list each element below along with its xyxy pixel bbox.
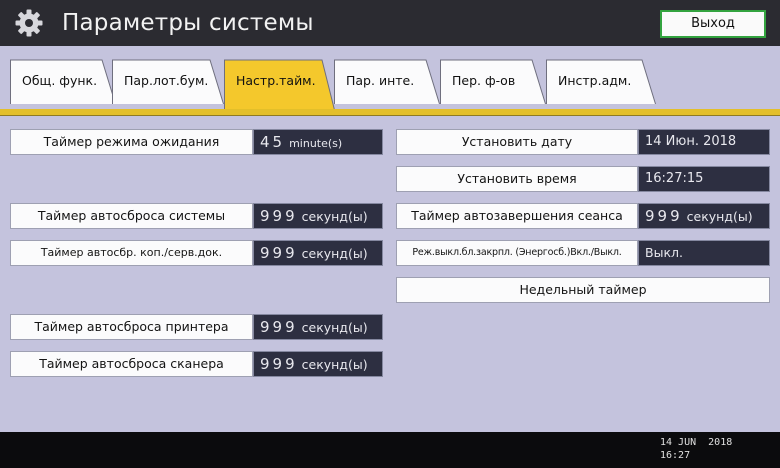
printer-reset-timer-button[interactable]: Таймер автосброса принтера bbox=[10, 314, 253, 340]
set-date-button[interactable]: Установить дату bbox=[396, 129, 638, 155]
page-title: Параметры системы bbox=[62, 10, 314, 36]
set-time-button[interactable]: Установить время bbox=[396, 166, 638, 192]
gear-icon bbox=[15, 9, 43, 37]
tab-general-features[interactable]: Общ. функ. bbox=[10, 58, 116, 104]
auto-logout-timer-button[interactable]: Таймер автозавершения сеанса bbox=[396, 203, 638, 229]
date-value: 14 Июн. 2018 bbox=[638, 129, 770, 155]
tab-timer-settings[interactable]: Настр.тайм. bbox=[224, 58, 336, 114]
tab-underline-shadow bbox=[0, 115, 780, 116]
tab-interface-settings[interactable]: Пар. инте. bbox=[334, 58, 440, 104]
printer-reset-timer-value: 999 секунд(ы) bbox=[253, 314, 383, 340]
energy-lock-button[interactable]: Реж.выкл.бл.закрпл. (Энергосб.)Вкл./Выкл… bbox=[396, 240, 638, 266]
title-bar: Параметры системы Выход bbox=[0, 0, 780, 46]
system-reset-timer-value: 999 секунд(ы) bbox=[253, 203, 383, 229]
tab-paper-tray[interactable]: Пар.лот.бум. bbox=[112, 58, 224, 104]
tab-admin-tools[interactable]: Инстр.адм. bbox=[546, 58, 656, 104]
standby-timer-button[interactable]: Таймер режима ожидания bbox=[10, 129, 253, 155]
scanner-reset-timer-button[interactable]: Таймер автосброса сканера bbox=[10, 351, 253, 377]
scanner-reset-timer-value: 999 секунд(ы) bbox=[253, 351, 383, 377]
weekly-timer-button[interactable]: Недельный таймер bbox=[396, 277, 770, 303]
tab-file-transfer[interactable]: Пер. ф-ов bbox=[440, 58, 546, 104]
time-value: 16:27:15 bbox=[638, 166, 770, 192]
energy-lock-value: Выкл. bbox=[638, 240, 770, 266]
exit-button[interactable]: Выход bbox=[660, 10, 766, 38]
standby-timer-value: 45 minute(s) bbox=[253, 129, 383, 155]
copier-reset-timer-button[interactable]: Таймер автосбр. коп./серв.док. bbox=[10, 240, 253, 266]
status-datetime: 14 JUN 2018 16:27 bbox=[660, 437, 733, 461]
system-reset-timer-button[interactable]: Таймер автосброса системы bbox=[10, 203, 253, 229]
copier-reset-timer-value: 999 секунд(ы) bbox=[253, 240, 383, 266]
auto-logout-timer-value: 999 секунд(ы) bbox=[638, 203, 770, 229]
